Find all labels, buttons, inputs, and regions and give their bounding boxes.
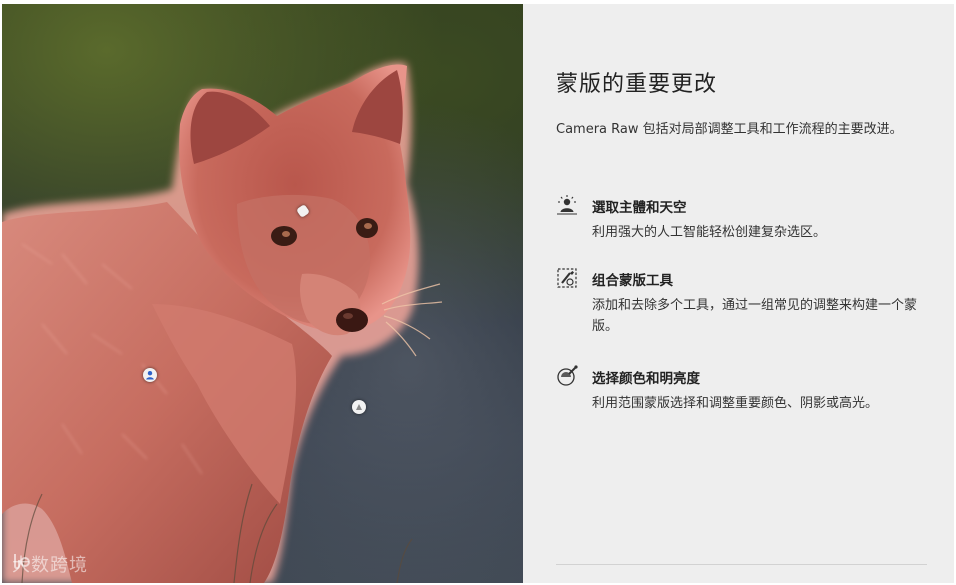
feature-description: 利用范围蒙版选择和调整重要颜色、阴影或高光。 — [592, 396, 879, 411]
feature-description: 利用强大的人工智能轻松创建复杂选区。 — [592, 225, 827, 240]
camera-raw-whats-new-dialog: 大数跨境 蒙版的重要更改 Camera Raw 包括对局部调整工具和工作流程的主… — [2, 4, 954, 583]
combine-mask-tools-icon — [557, 268, 577, 288]
feature-title: 選取主體和天空 — [592, 200, 687, 216]
feature-title: 选择颜色和明亮度 — [592, 371, 700, 387]
footer-divider — [556, 564, 927, 565]
masked-photo-preview: 大数跨境 — [2, 4, 523, 583]
feature-title: 组合蒙版工具 — [592, 273, 673, 289]
whats-new-panel: 蒙版的重要更改 Camera Raw 包括对局部调整工具和工作流程的主要改进。 … — [523, 4, 954, 583]
select-subject-sky-icon — [557, 195, 577, 215]
panel-intro: Camera Raw 包括对局部调整工具和工作流程的主要改进。 — [556, 122, 903, 137]
color-luminance-range-icon — [557, 365, 578, 386]
gradient-pin-icon[interactable] — [352, 400, 366, 414]
watermark: 大数跨境 — [12, 551, 88, 577]
person-pin-icon[interactable] — [143, 368, 157, 382]
fox-illustration — [2, 4, 523, 583]
watermark-logo-icon — [14, 554, 30, 570]
feature-description: 添加和去除多个工具，通过一组常见的调整来构建一个蒙版。 — [592, 298, 918, 334]
panel-title: 蒙版的重要更改 — [556, 72, 718, 97]
